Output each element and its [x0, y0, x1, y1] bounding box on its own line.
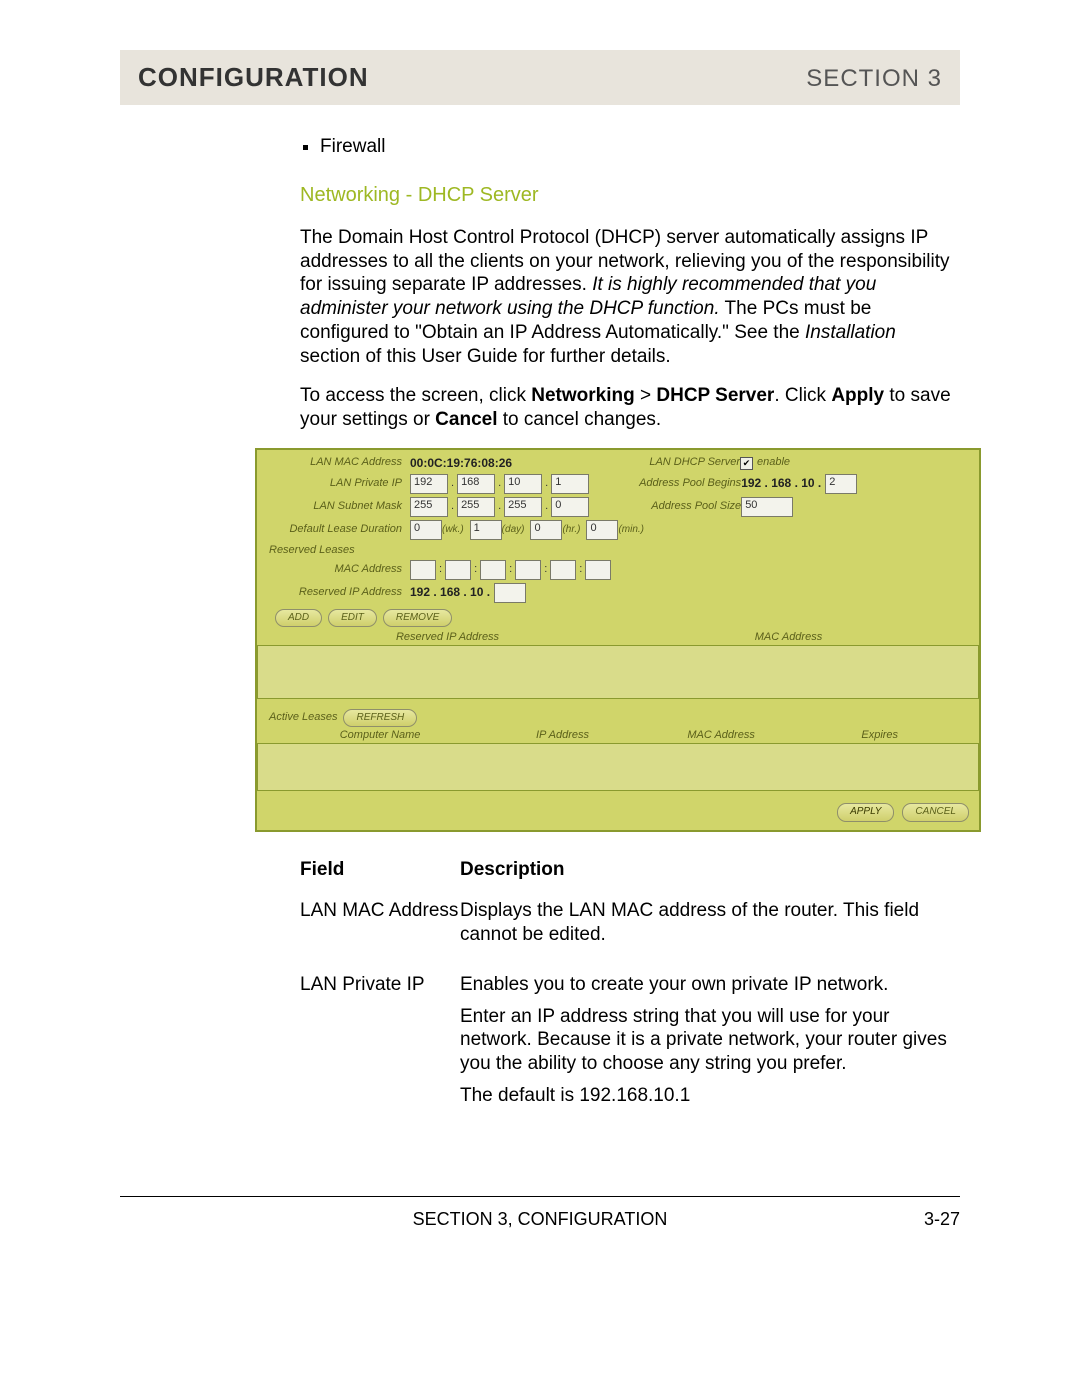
th-expires: Expires — [800, 729, 959, 743]
lbl-lan-mac: LAN MAC Address — [267, 456, 402, 470]
intro-p2a: To access the screen, click — [300, 385, 531, 406]
th-field: Field — [300, 858, 460, 882]
refresh-button[interactable]: REFRESH — [343, 709, 417, 728]
lbl-reserved-leases: Reserved Leases — [269, 544, 969, 558]
lbl-mac-address: MAC Address — [267, 563, 402, 577]
lbl-subnet-mask: LAN Subnet Mask — [267, 500, 402, 514]
pool-prefix: 192 . 168 . 10 . — [741, 476, 821, 491]
reserved-ip-prefix: 192 . 168 . 10 . — [410, 585, 490, 600]
desc-lan-mac-1: Displays the LAN MAC address of the rout… — [460, 899, 960, 947]
th-ip-address: IP Address — [483, 729, 642, 743]
remove-button[interactable]: REMOVE — [383, 609, 452, 628]
dhcp-screenshot: LAN MAC Address 00:0C:19:76:08:26 LAN DH… — [255, 448, 981, 832]
th-mac-address: MAC Address — [642, 729, 801, 743]
intro-p2f: Apply — [831, 385, 884, 406]
lbl-wk: (wk.) — [442, 524, 464, 537]
th-reserved-ip: Reserved IP Address — [277, 631, 618, 645]
ip-oct-3[interactable]: 10 — [504, 474, 542, 494]
page-header: CONFIGURATION SECTION 3 — [120, 50, 960, 105]
lbl-min: (min.) — [618, 524, 644, 537]
bullet-firewall: Firewall — [320, 135, 960, 159]
ip-oct-4[interactable]: 1 — [551, 474, 589, 494]
reserved-ip-last-input[interactable] — [494, 583, 526, 603]
intro-p2i: to cancel changes. — [497, 409, 661, 430]
mac-oct-1[interactable] — [410, 560, 436, 580]
ip-oct-2[interactable]: 168 — [457, 474, 495, 494]
cancel-button[interactable]: CANCEL — [902, 803, 969, 822]
add-button[interactable]: ADD — [275, 609, 322, 628]
edit-button[interactable]: EDIT — [328, 609, 377, 628]
lbl-reserved-ip: Reserved IP Address — [267, 586, 402, 600]
lease-min-input[interactable]: 0 — [586, 520, 618, 540]
mask-oct-3[interactable]: 255 — [504, 497, 542, 517]
mac-oct-5[interactable] — [550, 560, 576, 580]
intro-p2: To access the screen, click Networking >… — [300, 384, 960, 432]
footer-center: SECTION 3, CONFIGURATION — [413, 1209, 668, 1230]
reserved-table-body — [257, 645, 979, 699]
intro-p1d: Installation — [805, 322, 896, 343]
lease-wk-input[interactable]: 0 — [410, 520, 442, 540]
pool-last-octet[interactable]: 2 — [825, 474, 857, 494]
desc-lan-priv-2: Enter an IP address string that you will… — [460, 1005, 960, 1076]
val-lan-mac: 00:0C:19:76:08:26 — [410, 456, 610, 471]
lbl-pool-size: Address Pool Size — [599, 500, 741, 514]
field-lan-mac: LAN MAC Address — [300, 899, 460, 923]
field-lan-private-ip: LAN Private IP — [300, 973, 460, 997]
intro-p2e: . Click — [774, 385, 831, 406]
mask-oct-2[interactable]: 255 — [457, 497, 495, 517]
th-computer-name: Computer Name — [277, 729, 483, 743]
intro-p2h: Cancel — [435, 409, 497, 430]
lbl-lease-duration: Default Lease Duration — [267, 523, 402, 537]
lbl-enable: enable — [757, 456, 790, 470]
active-table-body — [257, 743, 979, 791]
mac-oct-6[interactable] — [585, 560, 611, 580]
header-section: SECTION 3 — [806, 65, 942, 93]
mac-oct-2[interactable] — [445, 560, 471, 580]
intro-p2c: > — [635, 385, 657, 406]
mask-oct-4[interactable]: 0 — [551, 497, 589, 517]
lbl-active-leases: Active Leases — [269, 711, 337, 725]
lbl-dhcp-server: LAN DHCP Server — [610, 456, 740, 470]
desc-lan-priv-3: The default is 192.168.10.1 — [460, 1084, 960, 1108]
footer-page-number: 3-27 — [924, 1209, 960, 1230]
th-description: Description — [460, 858, 960, 882]
desc-lan-priv-1: Enables you to create your own private I… — [460, 973, 960, 997]
checkbox-enable[interactable]: ✔ — [740, 457, 753, 470]
ip-oct-1[interactable]: 192 — [410, 474, 448, 494]
lbl-hr: (hr.) — [562, 524, 580, 537]
intro-p2b: Networking — [531, 385, 634, 406]
subheading: Networking - DHCP Server — [300, 183, 960, 208]
intro-p2d: DHCP Server — [656, 385, 774, 406]
pool-size-input[interactable]: 50 — [741, 497, 793, 517]
lease-day-input[interactable]: 1 — [470, 520, 502, 540]
lease-hr-input[interactable]: 0 — [530, 520, 562, 540]
mac-oct-4[interactable] — [515, 560, 541, 580]
lbl-lan-private-ip: LAN Private IP — [267, 477, 402, 491]
mask-oct-1[interactable]: 255 — [410, 497, 448, 517]
lbl-day: (day) — [502, 524, 525, 537]
description-table: Field Description LAN MAC Address Displa… — [300, 858, 960, 1116]
header-title: CONFIGURATION — [138, 62, 369, 93]
intro-p1: The Domain Host Control Protocol (DHCP) … — [300, 226, 960, 369]
bullet-list: Firewall — [320, 135, 960, 159]
lbl-pool-begins: Address Pool Begins — [599, 477, 741, 491]
apply-button[interactable]: APPLY — [837, 803, 894, 822]
intro-p1e: section of this User Guide for further d… — [300, 346, 671, 367]
th-mac: MAC Address — [618, 631, 959, 645]
mac-oct-3[interactable] — [480, 560, 506, 580]
